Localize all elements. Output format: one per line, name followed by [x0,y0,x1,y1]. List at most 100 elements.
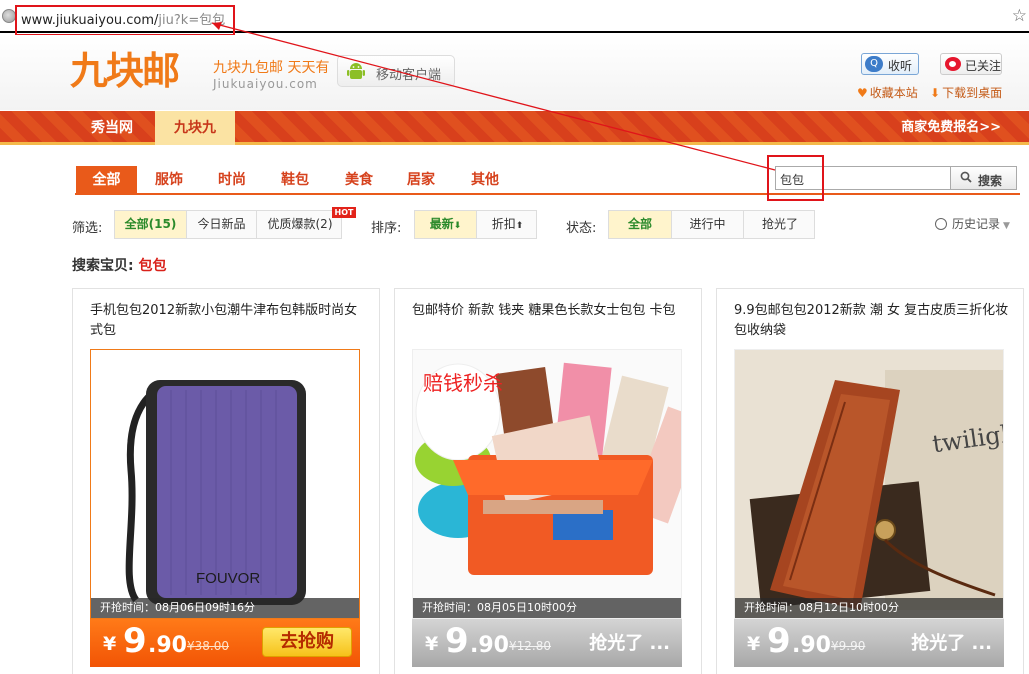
slogan: 九块九包邮 天天有 [213,60,330,76]
sort-discount-label: 折扣 [491,217,516,231]
slogan-english: Jiukuaiyou.com [213,77,318,91]
product-image[interactable]: 赔钱秒杀 开抢时间：08月05日10时00分 [412,349,682,619]
url-highlight-box [15,5,235,36]
product-card[interactable]: 包邮特价 新款 钱夹 糖果色长款女士包包 卡包 赔钱秒杀 开抢时间：08月05日… [394,288,702,674]
filter-label: 筛选: [72,221,103,236]
weibo-icon [945,57,961,71]
category-tab-fashion[interactable]: 时尚 [203,166,261,194]
clock-icon [935,218,947,230]
globe-icon [2,9,16,23]
status-label: 状态: [566,221,597,236]
hot-badge: HOT [332,207,356,218]
nav-tab-jiukuaijiu[interactable]: 九块九 [155,111,235,145]
download-arrow-icon: ⬇ [930,86,941,100]
candy-wallet-image: 赔钱秒杀 [413,350,681,618]
product-card[interactable]: 手机包包2012新款小包潮牛津布包韩版时尚女式包 FOUVOR 开抢时间：08月… [72,288,380,674]
original-price: ¥12.80 [509,639,551,653]
price-bar: ¥ 9 .90 ¥9.90 抢光了 ... [734,619,1004,667]
sort-discount[interactable]: 折扣⬆ [477,211,538,238]
bookmark-star-icon[interactable]: ☆ [1012,6,1027,26]
search-icon [960,171,972,183]
original-price: ¥9.90 [831,639,866,653]
filter-all[interactable]: 全部(15) [115,211,187,238]
price-integer: 9 [767,621,791,661]
site-header: 九块邮 九块九包邮 天天有 Jiukuaiyou.com 移动客户端 Q 收听 … [0,35,1029,110]
history-label: 历史记录 [952,217,1001,231]
site-logo[interactable]: 九块邮 [70,49,180,93]
purple-phone-bag-image: FOUVOR [91,350,359,618]
bookmark-site-label: 收藏本站 [869,86,918,100]
download-desktop-label: 下载到桌面 [942,86,1003,100]
page: www.jiukuaiyou.com/jiu?k=包包 ☆ 九块邮 九块九包邮 … [0,0,1029,674]
mobile-client-label: 移动客户端 [376,68,442,83]
search-result-keyword: 包包 [138,258,167,274]
yen-symbol: ¥ [425,633,439,655]
mobile-client-button[interactable]: 移动客户端 [337,55,455,87]
filter-today-new[interactable]: 今日新品 [187,211,257,238]
buy-now-button[interactable]: 去抢购 [262,627,352,657]
sold-out-label: 抢光了 ... [589,633,670,654]
follow-label: 已关注 [965,59,1002,73]
price-integer: 9 [445,621,469,661]
sort-newest[interactable]: 最新⬇ [415,211,477,238]
bookmark-site-link[interactable]: ♥ 收藏本站 [857,84,918,101]
product-title[interactable]: 包邮特价 新款 钱夹 糖果色长款女士包包 卡包 [412,301,687,321]
arrow-up-icon: ⬆ [515,221,524,231]
category-tab-clothing[interactable]: 服饰 [140,166,198,194]
search-highlight-box [767,155,824,201]
price-decimal: .90 [470,633,509,658]
start-time: 开抢时间：08月12日10时00分 [735,598,1003,618]
listen-label: 收听 [888,59,913,73]
sold-out-label: 抢光了 ... [911,633,992,654]
product-card[interactable]: 9.9包邮包包2012新款 潮 女 复古皮质三折化妆包收纳袋 twilight … [716,288,1024,674]
sort-newest-label: 最新 [429,217,454,231]
status-sold-out[interactable]: 抢光了 [744,211,816,238]
android-icon [347,63,365,79]
category-underline [75,193,1020,195]
sort-label: 排序: [371,221,402,236]
category-tab-other[interactable]: 其他 [456,166,514,194]
price-bar: ¥ 9 .90 ¥38.00 去抢购 [90,619,360,667]
start-time: 开抢时间：08月05日10时00分 [413,598,681,618]
yen-symbol: ¥ [103,633,117,655]
weibo-follow-button[interactable]: 已关注 [940,53,1002,75]
caret-down-icon: ▼ [1003,221,1010,231]
history-dropdown[interactable]: 历史记录 ▼ [935,215,1010,232]
arrow-down-icon: ⬇ [453,221,462,231]
category-tab-home[interactable]: 居家 [392,166,450,194]
search-button[interactable]: 搜索 [950,166,1017,190]
start-time: 开抢时间：08月06日09时16分 [91,598,359,618]
search-button-label: 搜索 [978,174,1003,188]
status-all[interactable]: 全部 [609,211,672,238]
yen-symbol: ¥ [747,633,761,655]
category-tab-shoes-bags[interactable]: 鞋包 [266,166,324,194]
heart-icon: ♥ [857,86,868,100]
search-result-heading: 搜索宝贝: 包包 [72,255,166,275]
main-nav: 秀当网 九块九 商家免费报名>> [0,111,1029,145]
qq-listen-button[interactable]: Q 收听 [861,53,919,75]
nav-tab-xiudang[interactable]: 秀当网 [77,111,147,145]
product-title[interactable]: 9.9包邮包包2012新款 潮 女 复古皮质三折化妆包收纳袋 [734,301,1009,341]
filter-group: 全部(15) 今日新品 优质爆款(2) [114,210,342,239]
original-price: ¥38.00 [187,639,229,653]
loss-sale-stamp: 赔钱秒杀 [423,371,503,395]
leather-pouch-image: twilight [735,350,1003,618]
fouvor-brand-text: FOUVOR [196,570,260,587]
product-image[interactable]: FOUVOR 开抢时间：08月06日09时16分 [90,349,360,619]
category-tab-food[interactable]: 美食 [330,166,388,194]
price-bar: ¥ 9 .90 ¥12.80 抢光了 ... [412,619,682,667]
category-tab-all[interactable]: 全部 [76,166,137,194]
price-decimal: .90 [792,633,831,658]
merchant-signup-link[interactable]: 商家免费报名>> [901,111,1001,145]
qq-weibo-icon: Q [865,56,883,72]
product-image[interactable]: twilight 开抢时间：08月12日10时00分 [734,349,1004,619]
sort-group: 最新⬇ 折扣⬆ [414,210,537,239]
product-title[interactable]: 手机包包2012新款小包潮牛津布包韩版时尚女式包 [90,301,365,341]
filter-hot-items[interactable]: 优质爆款(2) [257,211,343,238]
price-decimal: .90 [148,633,187,658]
status-in-progress[interactable]: 进行中 [672,211,744,238]
download-desktop-link[interactable]: ⬇ 下载到桌面 [930,84,1002,101]
search-result-label: 搜索宝贝: [72,258,134,274]
price-integer: 9 [123,621,147,661]
status-group: 全部 进行中 抢光了 [608,210,815,239]
